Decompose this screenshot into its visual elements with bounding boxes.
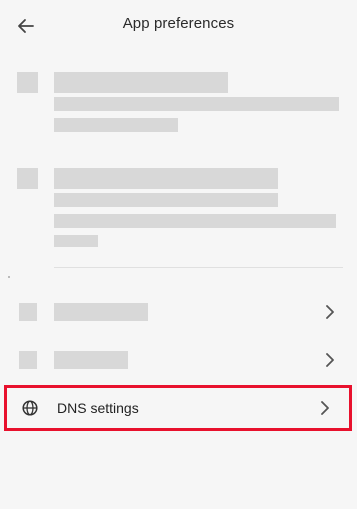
dns-settings-row[interactable]: DNS settings	[4, 385, 352, 431]
dns-settings-label: DNS settings	[57, 400, 139, 416]
globe-icon	[21, 399, 39, 417]
chevron-right-icon	[323, 305, 337, 319]
divider	[54, 267, 343, 268]
skeleton-line	[54, 168, 278, 189]
skeleton-icon	[19, 303, 37, 321]
chevron-right-icon	[319, 401, 333, 415]
skeleton-line	[54, 351, 128, 369]
skeleton-line	[54, 214, 336, 228]
skeleton-row-2[interactable]	[0, 336, 357, 384]
header: App preferences	[0, 0, 357, 52]
skeleton-line	[54, 193, 278, 207]
edge-mark	[8, 276, 10, 278]
skeleton-icon	[19, 351, 37, 369]
skeleton-line	[54, 118, 178, 132]
skeleton-icon	[17, 72, 38, 93]
page-title: App preferences	[122, 15, 235, 32]
app-preferences-screen: App preferences DNS settings	[0, 0, 357, 509]
skeleton-line	[54, 72, 228, 93]
chevron-right-icon	[323, 353, 337, 367]
skeleton-line	[54, 97, 339, 111]
skeleton-line	[54, 303, 148, 321]
skeleton-row-1[interactable]	[0, 288, 357, 336]
skeleton-icon	[17, 168, 38, 189]
skeleton-line	[54, 235, 98, 247]
